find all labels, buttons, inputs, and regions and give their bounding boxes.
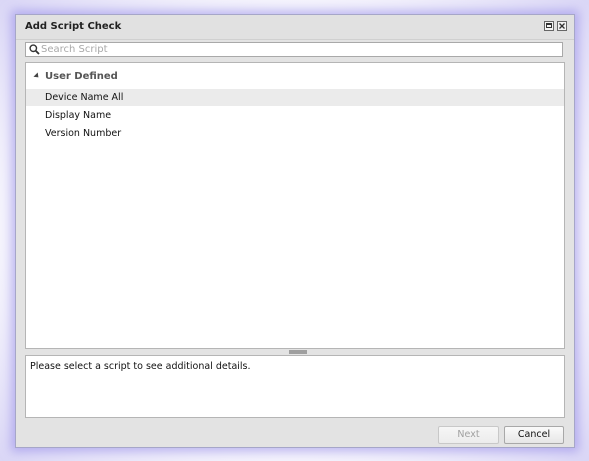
group-label: User Defined (45, 71, 118, 82)
next-button[interactable]: Next (438, 426, 499, 444)
script-list: User Defined Device Name All Display Nam… (25, 62, 565, 349)
maximize-icon[interactable] (544, 21, 554, 31)
list-item-version-number[interactable]: Version Number (26, 125, 564, 142)
cancel-button[interactable]: Cancel (504, 426, 564, 444)
grip-icon[interactable] (289, 350, 307, 354)
details-text: Please select a script to see additional… (30, 361, 251, 372)
list-item-label: Version Number (45, 128, 122, 139)
title-bar[interactable]: Add Script Check (16, 15, 574, 40)
group-user-defined[interactable]: User Defined (26, 69, 564, 85)
triangle-down-icon[interactable] (33, 72, 41, 80)
dialog-title: Add Script Check (25, 21, 122, 32)
list-item-device-name-all[interactable]: Device Name All (26, 89, 564, 106)
details-panel: Please select a script to see additional… (25, 355, 565, 418)
search-icon (29, 44, 40, 55)
close-icon[interactable] (557, 21, 567, 31)
add-script-check-dialog: Add Script Check User Defined Device Nam… (15, 14, 575, 448)
list-item-display-name[interactable]: Display Name (26, 107, 564, 124)
list-item-label: Display Name (45, 110, 112, 121)
search-input[interactable] (41, 43, 556, 56)
search-box[interactable] (25, 42, 563, 57)
list-item-label: Device Name All (45, 92, 124, 103)
